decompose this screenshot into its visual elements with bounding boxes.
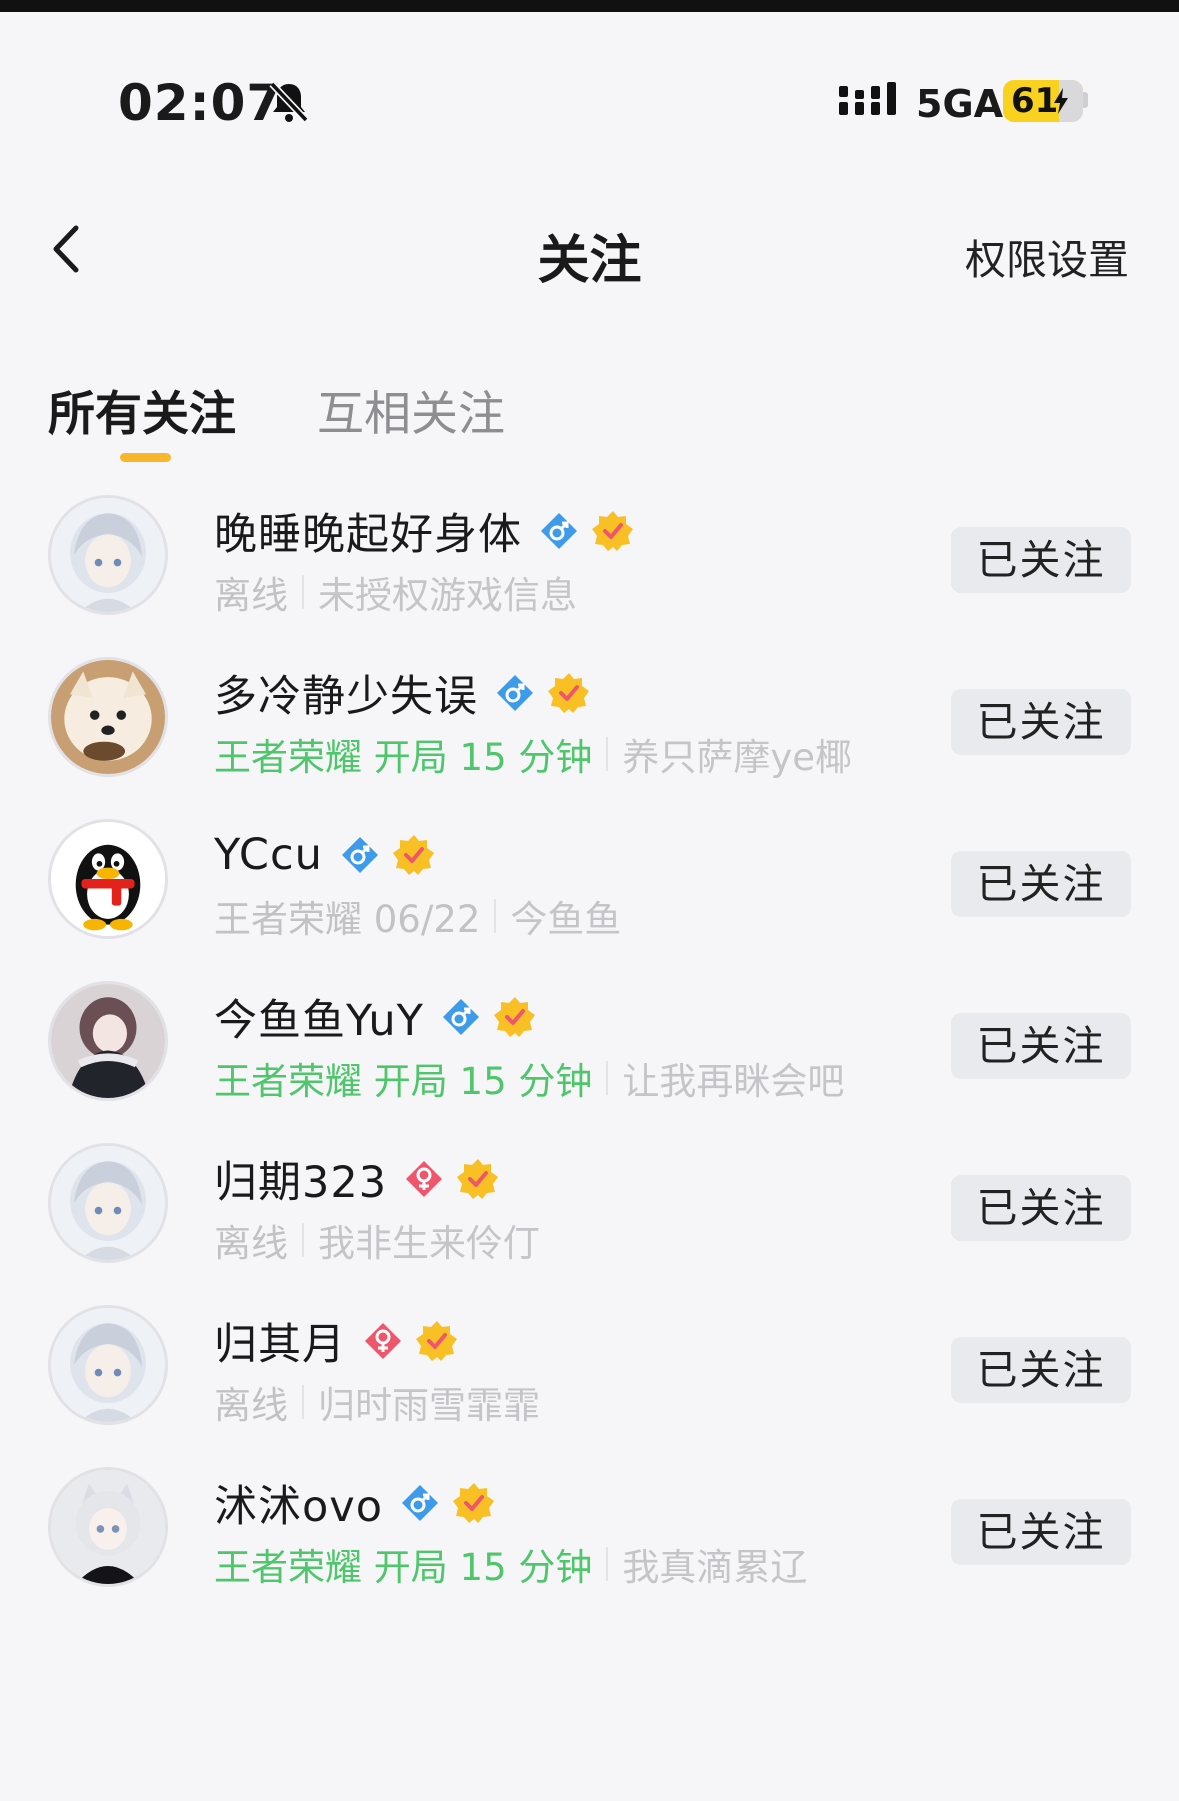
user-status-line: 王者荣耀 06/22 今鱼鱼 <box>214 891 621 941</box>
following-row[interactable]: 多冷静少失误王者荣耀 开局 15 分钟 养只萨摩ye椰 已关注 <box>0 657 1179 843</box>
verified-badge-icon <box>548 672 590 714</box>
following-row[interactable]: YCcu 王者荣耀 06/22 今鱼鱼 已关注 <box>0 819 1179 1005</box>
avatar[interactable] <box>48 819 168 939</box>
user-name: 晚睡晚起好身体 <box>214 510 522 560</box>
avatar[interactable] <box>48 981 168 1101</box>
male-icon <box>496 674 534 712</box>
battery-tip <box>1083 92 1088 108</box>
tab-bar: 所有关注 互相关注 <box>0 375 1179 465</box>
top-edge <box>0 0 1179 12</box>
following-row[interactable]: 沭沭ovo 王者荣耀 开局 15 分钟 我真滴累辽 已关注 <box>0 1467 1179 1653</box>
verified-badge-icon <box>453 1482 495 1524</box>
female-icon <box>405 1160 443 1198</box>
following-row[interactable]: 晚睡晚起好身体离线 未授权游戏信息 已关注 <box>0 495 1179 681</box>
user-status: 离线 <box>214 1222 288 1265</box>
user-name-line: 晚睡晚起好身体 <box>214 503 634 560</box>
divider <box>606 1547 609 1581</box>
divider <box>494 899 497 933</box>
user-name: 沭沭ovo <box>214 1482 384 1532</box>
user-status: 王者荣耀 开局 15 分钟 <box>214 1060 593 1103</box>
following-button[interactable]: 已关注 <box>951 689 1131 755</box>
verified-badge-icon <box>493 996 536 1038</box>
user-status-line: 离线 未授权游戏信息 <box>214 567 577 617</box>
tab-mutual-following[interactable]: 互相关注 <box>317 375 505 444</box>
user-signature: 今鱼鱼 <box>510 898 622 941</box>
divider <box>606 737 609 771</box>
user-status: 王者荣耀 开局 15 分钟 <box>214 736 593 779</box>
divider <box>302 1223 304 1257</box>
user-name-line: YCcu <box>214 827 435 883</box>
following-button[interactable]: 已关注 <box>951 851 1131 917</box>
divider <box>302 1385 304 1419</box>
battery-level: 61 <box>1011 81 1059 121</box>
user-signature: 我真滴累辽 <box>622 1546 808 1589</box>
user-signature: 归时雨雪霏霏 <box>318 1384 540 1427</box>
user-name: 归其月 <box>214 1320 346 1370</box>
avatar[interactable] <box>48 495 168 615</box>
user-name: 今鱼鱼YuY <box>214 996 424 1046</box>
divider <box>302 575 304 609</box>
avatar[interactable] <box>48 1305 168 1425</box>
verified-badge-icon <box>592 510 634 552</box>
user-name: YCcu <box>214 830 323 880</box>
following-button[interactable]: 已关注 <box>951 1013 1131 1079</box>
user-status: 离线 <box>214 574 288 617</box>
avatar[interactable] <box>48 657 168 777</box>
user-status-line: 王者荣耀 开局 15 分钟 让我再眯会吧 <box>214 1053 844 1103</box>
divider <box>606 1061 609 1095</box>
verified-badge-icon <box>392 834 435 876</box>
user-name-line: 归其月 <box>214 1313 458 1370</box>
status-time: 02:07 <box>118 74 283 132</box>
following-button[interactable]: 已关注 <box>951 1499 1131 1565</box>
following-row[interactable]: 归期323 离线 我非生来伶仃 已关注 <box>0 1143 1179 1329</box>
user-signature: 养只萨摩ye椰 <box>622 736 853 779</box>
following-row[interactable]: 今鱼鱼YuY 王者荣耀 开局 15 分钟 让我再眯会吧 已关注 <box>0 981 1179 1167</box>
user-status-line: 离线 归时雨雪霏霏 <box>214 1377 540 1427</box>
user-signature: 未授权游戏信息 <box>318 574 577 617</box>
avatar[interactable] <box>48 1143 168 1263</box>
user-status-line: 王者荣耀 开局 15 分钟 养只萨摩ye椰 <box>214 729 852 779</box>
verified-badge-icon <box>457 1158 499 1200</box>
following-button[interactable]: 已关注 <box>951 527 1131 593</box>
user-name-line: 归期323 <box>214 1151 499 1208</box>
female-icon <box>364 1322 402 1360</box>
male-icon <box>442 998 480 1036</box>
user-status: 离线 <box>214 1384 288 1427</box>
battery-indicator: 61 <box>1003 80 1083 122</box>
user-name-line: 沭沭ovo <box>214 1475 495 1532</box>
male-icon <box>401 1484 439 1522</box>
user-status-line: 王者荣耀 开局 15 分钟 我真滴累辽 <box>214 1539 807 1589</box>
status-bar: 02:07 5GA 61 <box>0 60 1179 140</box>
male-icon <box>341 836 379 874</box>
following-button[interactable]: 已关注 <box>951 1337 1131 1403</box>
avatar[interactable] <box>48 1467 168 1587</box>
network-type: 5GA <box>916 82 1004 126</box>
user-signature: 我非生来伶仃 <box>318 1222 540 1265</box>
bell-muted-icon <box>269 81 309 123</box>
active-tab-indicator <box>120 453 171 462</box>
following-row[interactable]: 归其月离线 归时雨雪霏霏 已关注 <box>0 1305 1179 1491</box>
user-status: 王者荣耀 开局 15 分钟 <box>214 1546 593 1589</box>
nav-bar: 关注 权限设置 <box>0 200 1179 300</box>
user-name-line: 多冷静少失误 <box>214 665 590 722</box>
male-icon <box>540 512 578 550</box>
permission-settings-link[interactable]: 权限设置 <box>965 226 1129 286</box>
user-name: 多冷静少失误 <box>214 672 478 722</box>
following-button[interactable]: 已关注 <box>951 1175 1131 1241</box>
user-name-line: 今鱼鱼YuY <box>214 989 536 1046</box>
user-signature: 让我再眯会吧 <box>622 1060 845 1103</box>
signal-icon <box>839 82 896 115</box>
user-name: 归期323 <box>214 1158 388 1208</box>
charging-bolt-icon <box>1054 88 1068 114</box>
tab-all-following[interactable]: 所有关注 <box>48 375 236 444</box>
user-status: 王者荣耀 06/22 <box>214 898 481 941</box>
verified-badge-icon <box>416 1320 458 1362</box>
user-status-line: 离线 我非生来伶仃 <box>214 1215 540 1265</box>
